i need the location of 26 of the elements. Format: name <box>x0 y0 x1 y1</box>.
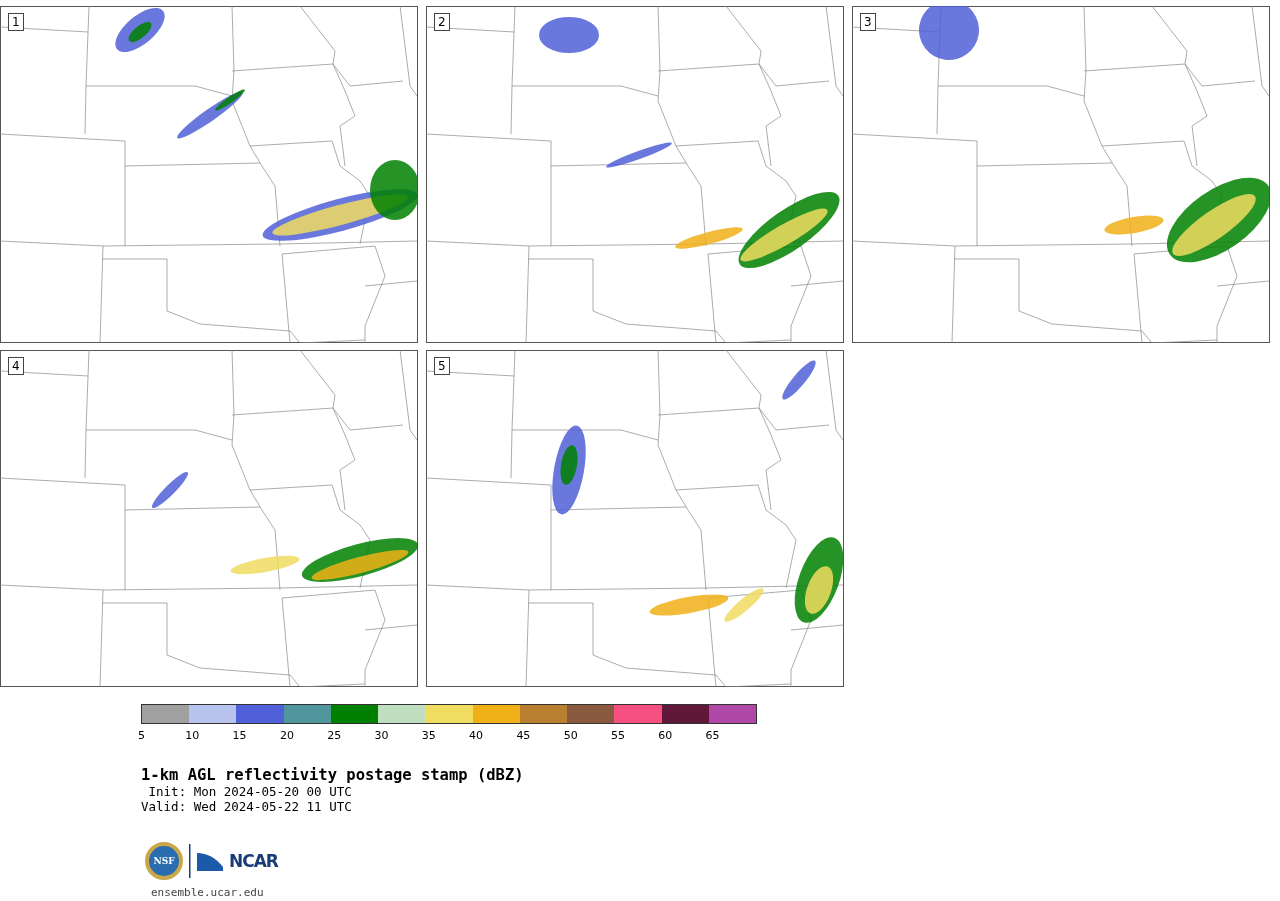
tick-label: 40 <box>469 729 485 742</box>
tick-label: 45 <box>516 729 532 742</box>
chart-title: 1-km AGL reflectivity postage stamp (dBZ) <box>141 766 525 784</box>
tick-label: 50 <box>563 729 579 742</box>
panel-number: 4 <box>8 357 24 375</box>
tick-label: 5 <box>138 729 146 742</box>
panel-number: 5 <box>434 357 450 375</box>
tick-label: 20 <box>279 729 295 742</box>
tick-label: 10 <box>185 729 201 742</box>
divider-line-icon <box>189 844 191 878</box>
tick-label: 35 <box>421 729 437 742</box>
panel-number: 1 <box>8 13 24 31</box>
tick-label: 30 <box>374 729 390 742</box>
tick-label: 25 <box>327 729 343 742</box>
swoosh-icon <box>197 851 223 871</box>
tick-label: 60 <box>658 729 674 742</box>
panel-number: 2 <box>434 13 450 31</box>
tick-label: 65 <box>705 729 721 742</box>
website-url: ensemble.ucar.edu <box>151 886 265 899</box>
tick-label: 55 <box>610 729 626 742</box>
panel-number: 3 <box>860 13 876 31</box>
nsf-logo: NSF <box>145 842 183 880</box>
tick-label: 15 <box>232 729 248 742</box>
ncar-logo-text: NCAR <box>229 851 278 871</box>
init-time: Init: Mon 2024-05-20 00 UTC <box>147 784 353 799</box>
valid-time: Valid: Wed 2024-05-22 11 UTC <box>141 799 353 814</box>
